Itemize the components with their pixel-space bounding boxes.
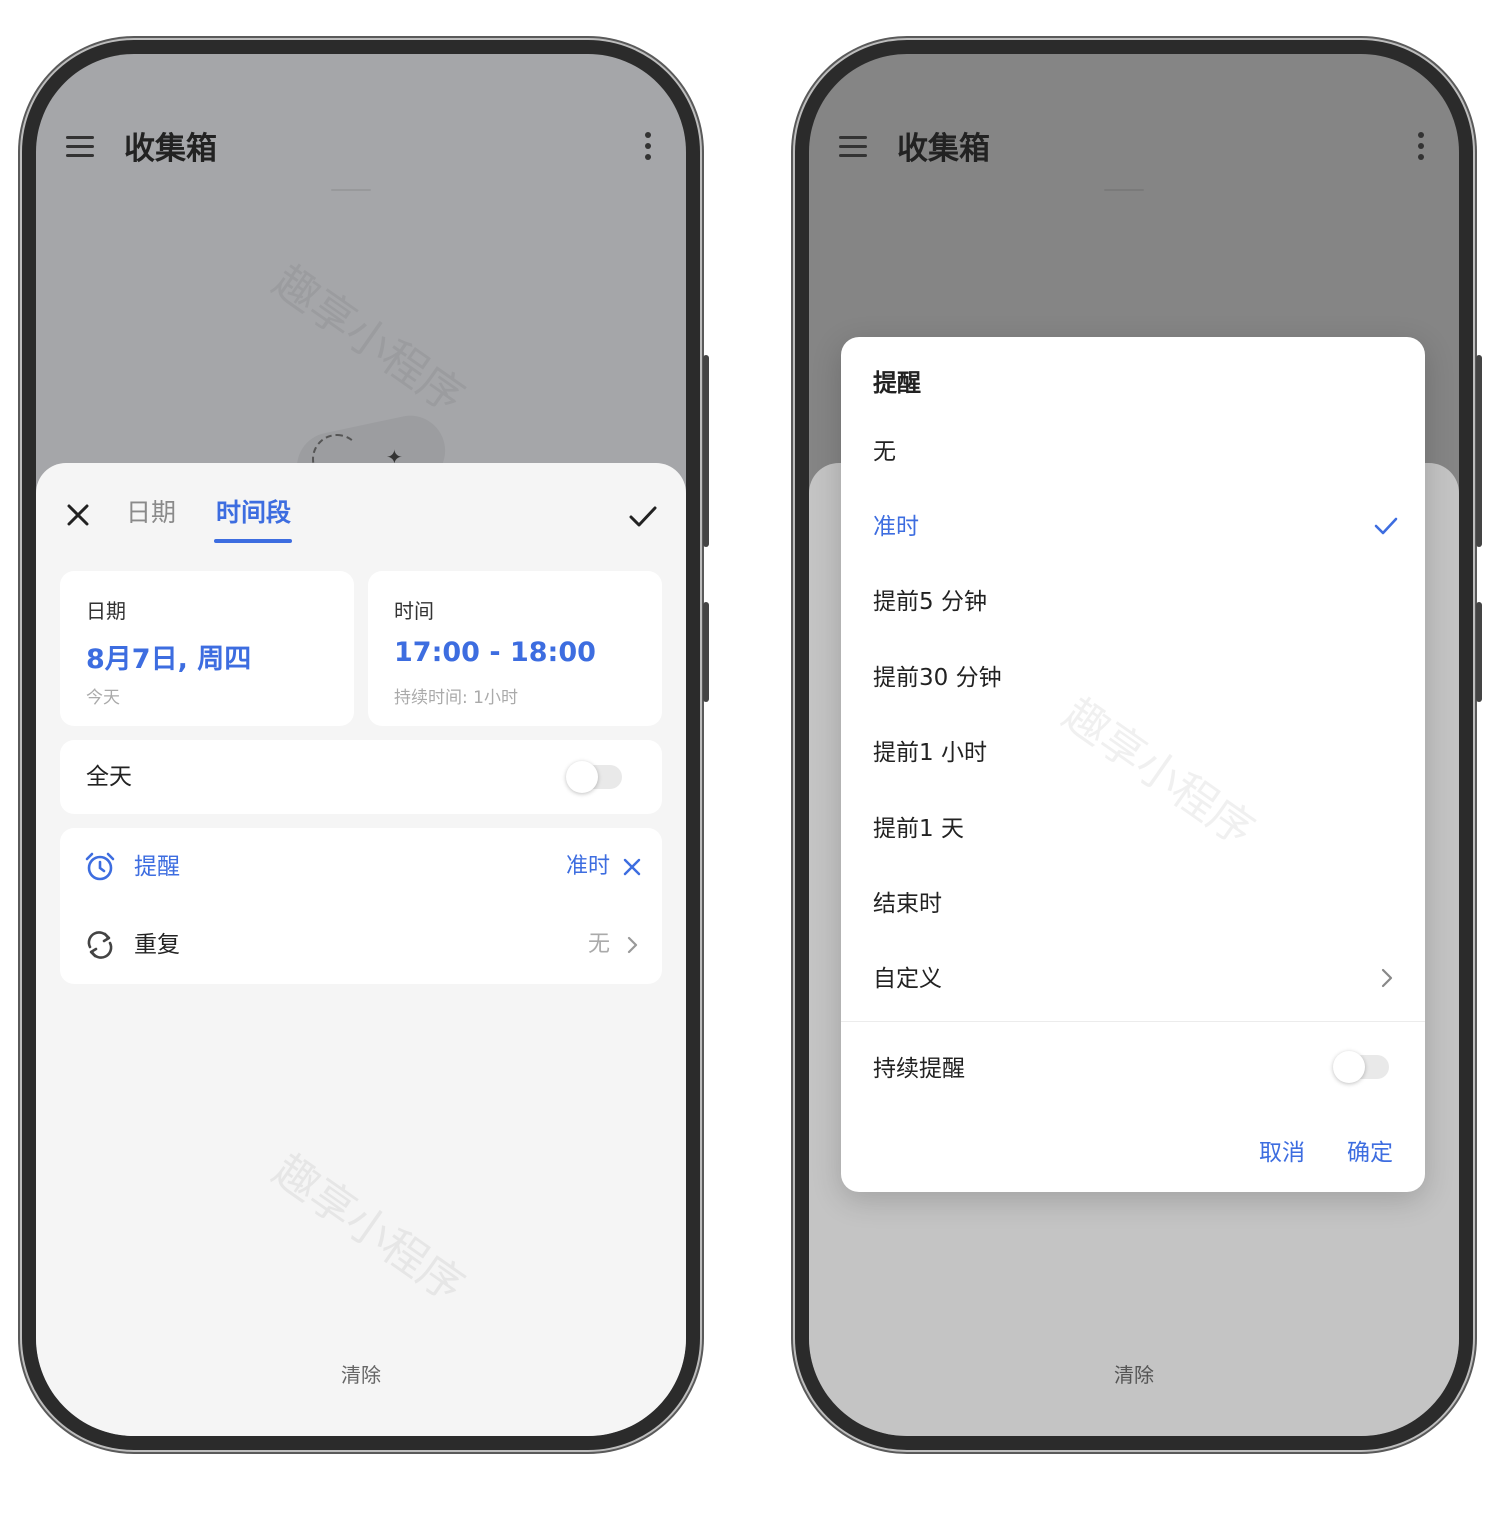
app-bar: 收集箱	[36, 126, 686, 172]
page-title: 收集箱	[124, 131, 217, 167]
clear-button[interactable]: 清除	[36, 1359, 686, 1388]
date-sub: 今天	[86, 688, 120, 708]
all-day-row: 全天	[60, 740, 662, 814]
all-day-label: 全天	[86, 764, 132, 790]
more-icon[interactable]	[644, 132, 652, 164]
reminder-option-5min[interactable]: 提前5 分钟	[873, 582, 987, 622]
repeat-label: 重复	[134, 932, 180, 958]
reminder-option-30min[interactable]: 提前30 分钟	[873, 658, 1002, 698]
reminder-option-1day[interactable]: 提前1 天	[873, 809, 964, 849]
clear-button: 清除	[1114, 1363, 1154, 1387]
reminder-row[interactable]: 提醒 准时	[60, 828, 662, 906]
tab-time-range[interactable]: 时间段	[216, 493, 291, 533]
watermark: 趣享小程序	[1053, 688, 1264, 857]
tab-date[interactable]: 日期	[126, 493, 176, 533]
chevron-right-icon	[627, 936, 638, 954]
page-title: 收集箱	[897, 131, 990, 167]
reminder-option-at-end[interactable]: 结束时	[873, 884, 942, 924]
dialog-title: 提醒	[873, 369, 921, 397]
reminder-option-1hour[interactable]: 提前1 小时	[873, 733, 987, 773]
side-button	[703, 602, 709, 702]
repeat-row[interactable]: 重复 无	[60, 906, 662, 984]
date-time-sheet: 日期 时间段 日期 8月7日, 周四 今天 时间 17:00 - 18:00 持…	[36, 463, 686, 1436]
dialog-divider	[841, 1021, 1425, 1022]
reminder-label: 提醒	[134, 854, 180, 880]
clear-reminder-icon[interactable]	[622, 857, 642, 877]
reminder-dialog: 提醒 无 准时 提前5 分钟 提前30 分钟 提前1 小时 提前1 天 结束时 …	[841, 337, 1425, 1192]
menu-icon[interactable]	[66, 136, 94, 158]
app-bar: 收集箱	[809, 126, 1459, 172]
side-button	[703, 355, 709, 547]
side-button	[1476, 355, 1482, 547]
time-label: 时间	[394, 599, 434, 623]
date-value: 8月7日, 周四	[86, 644, 252, 675]
background-divider	[1104, 189, 1144, 191]
reminder-option-none[interactable]: 无	[873, 432, 896, 472]
screen-right: 收集箱 清除 提醒 无 准时 提前5 分钟 提前30 分钟 提前1 小时 提前1…	[809, 54, 1459, 1436]
tab-indicator	[214, 539, 292, 543]
background-divider	[331, 189, 371, 191]
date-label: 日期	[86, 599, 126, 623]
watermark: 趣享小程序	[263, 255, 474, 424]
reminder-option-custom[interactable]: 自定义	[873, 959, 942, 999]
persistent-reminder-toggle[interactable]	[1333, 1051, 1389, 1083]
reminder-option-on-time[interactable]: 准时	[873, 507, 919, 547]
selected-check-icon	[1374, 517, 1398, 535]
time-card[interactable]: 时间 17:00 - 18:00 持续时间: 1小时	[368, 571, 662, 726]
more-icon[interactable]	[1417, 132, 1425, 164]
persistent-reminder-label: 持续提醒	[873, 1056, 965, 1082]
sheet-header: 日期 时间段	[36, 493, 686, 543]
options-card: 提醒 准时 重复 无	[60, 828, 662, 984]
duration-text: 持续时间: 1小时	[394, 688, 518, 708]
side-button	[1476, 602, 1482, 702]
screen-left: 收集箱 ✦ 趣享小程序 日期 时间段 日期 8月7日, 周四 今天 时间 17:…	[36, 54, 686, 1436]
confirm-button[interactable]: 确定	[1347, 1133, 1393, 1167]
check-icon[interactable]	[626, 499, 660, 533]
cancel-button[interactable]: 取消	[1259, 1133, 1305, 1167]
alarm-icon	[85, 852, 115, 881]
repeat-icon	[87, 931, 113, 959]
phone-right: 收集箱 清除 提醒 无 准时 提前5 分钟 提前30 分钟 提前1 小时 提前1…	[795, 40, 1482, 1450]
watermark: 趣享小程序	[263, 1144, 474, 1313]
reminder-value: 准时	[565, 854, 610, 879]
menu-icon[interactable]	[839, 136, 867, 158]
all-day-toggle[interactable]	[566, 761, 622, 793]
date-card[interactable]: 日期 8月7日, 周四 今天	[60, 571, 354, 726]
chevron-right-icon	[1381, 968, 1393, 988]
close-icon[interactable]	[62, 499, 94, 531]
phone-left: 收集箱 ✦ 趣享小程序 日期 时间段 日期 8月7日, 周四 今天 时间 17:…	[22, 40, 709, 1450]
time-value: 17:00 - 18:00	[394, 637, 596, 668]
repeat-value: 无	[587, 932, 610, 957]
